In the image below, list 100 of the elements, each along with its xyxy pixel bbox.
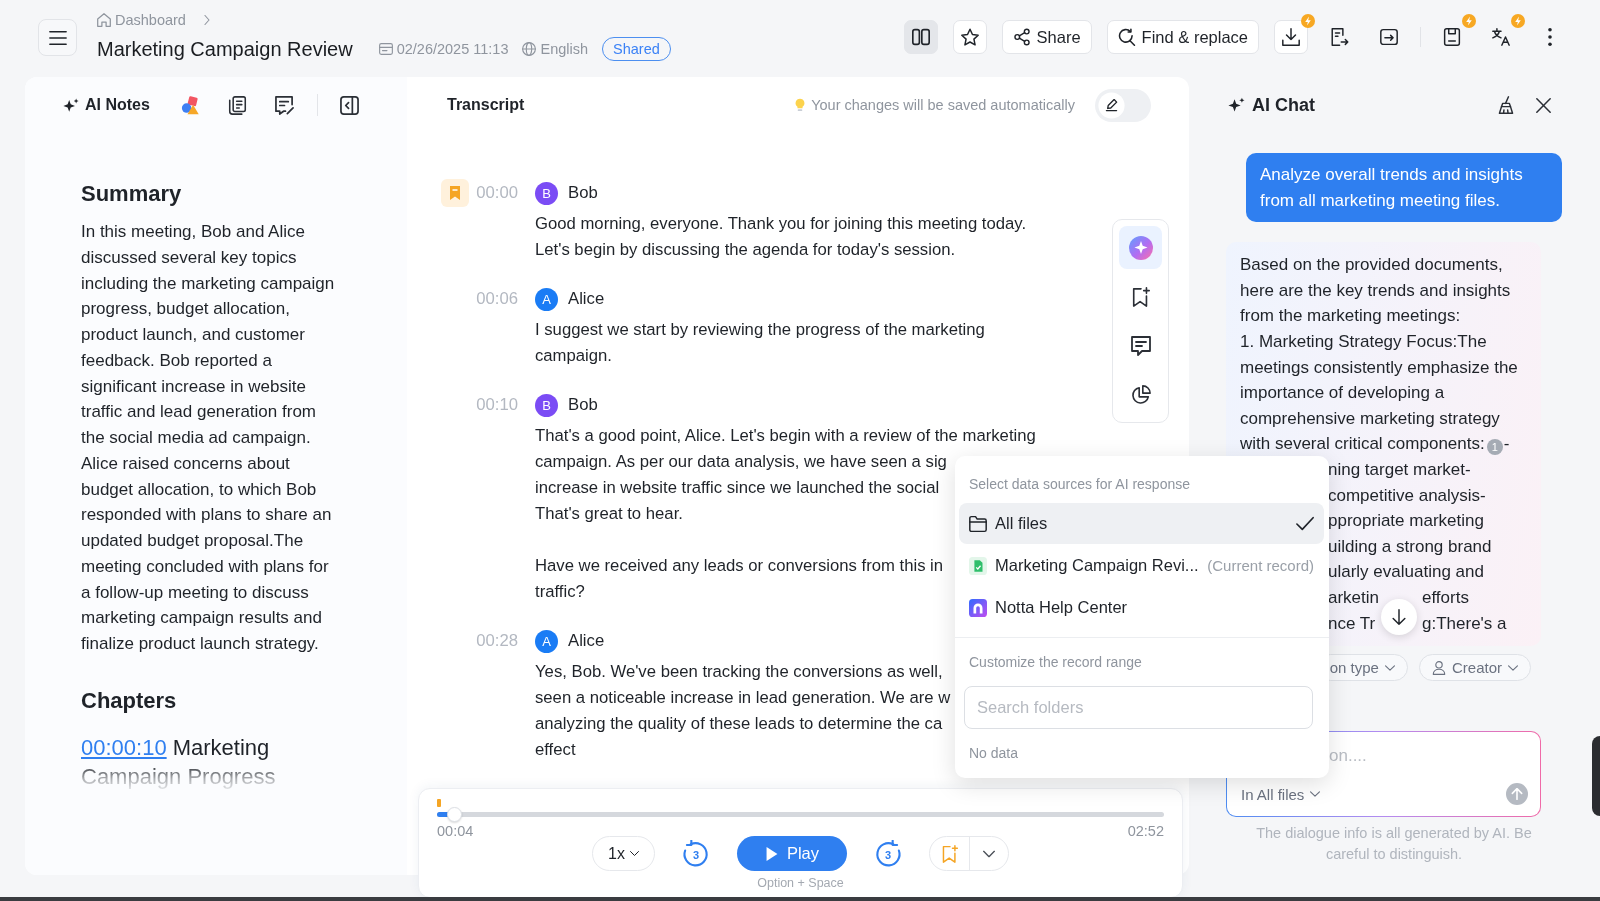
utterance-line: increase in website traffic since we launched the social bbox=[535, 477, 940, 499]
answer-text: Based on the provided documents, here are the key trends and insights from the marketing meetings: bbox=[1240, 254, 1512, 328]
scope-selector[interactable]: In All files bbox=[1241, 785, 1321, 803]
speaker-name: Bob bbox=[568, 183, 598, 203]
answer-text: ularly evaluating and bbox=[1328, 562, 1484, 582]
floppy-icon bbox=[1443, 28, 1461, 46]
pie-chart-icon bbox=[1130, 384, 1151, 405]
answer-text: nce Tr bbox=[1328, 612, 1376, 635]
speaker-name: Bob bbox=[568, 395, 598, 415]
folder-icon bbox=[969, 514, 987, 533]
edit-toggle[interactable] bbox=[1095, 88, 1151, 122]
download-icon bbox=[1282, 28, 1300, 46]
summary-text: In this meeting, Bob and Alice discussed several key topics including the marketing campaign progress, budget allocation, product launch, and customer feedback. Bob reported a significant increase in website traffic and lead generation from the social media ad campaign. Alice raised concerns about budget allocation, to which Bob responded with plans to share an updated budget proposal.The meeting concluded with plans for a follow-up meeting to discuss marketing campaign results and finalize product launch strategy. bbox=[81, 221, 336, 655]
answer-text: competitive analysis- bbox=[1328, 485, 1486, 505]
comment-icon bbox=[1130, 335, 1151, 356]
play-icon bbox=[764, 846, 779, 861]
calendar-icon bbox=[378, 42, 393, 56]
home-icon bbox=[97, 13, 111, 27]
bookmark-plus-icon bbox=[1130, 286, 1151, 307]
menu-icon bbox=[48, 28, 67, 47]
speed-button[interactable]: 1x bbox=[592, 836, 655, 871]
document-title: Marketing Campaign Review bbox=[97, 37, 353, 61]
speaker-avatar: A bbox=[535, 629, 558, 653]
progress-track[interactable] bbox=[437, 807, 1164, 822]
utterance-line: campaign. As per our data analysis, we have seen a sig bbox=[535, 451, 947, 473]
speaker-avatar: A bbox=[535, 287, 558, 311]
counterclockwise-arrow-icon bbox=[682, 839, 710, 868]
more-icon bbox=[1548, 28, 1552, 46]
source-option[interactable]: All files bbox=[959, 503, 1324, 544]
two-panel-icon bbox=[911, 28, 930, 46]
panel-title: Transcript bbox=[447, 96, 525, 114]
share-button[interactable]: Share bbox=[1001, 20, 1092, 54]
total-time: 02:52 bbox=[1127, 823, 1164, 839]
shortcut-hint: Option + Space bbox=[757, 876, 844, 890]
play-button[interactable]: Play bbox=[737, 836, 847, 871]
answer-text: ppropriate marketing bbox=[1328, 511, 1484, 531]
disclaimer-text: The dialogue info is all generated by AI. Be careful to distinguish. bbox=[1255, 824, 1533, 865]
section-heading: Summary bbox=[81, 180, 182, 208]
source-option[interactable]: Notta Help Center bbox=[959, 587, 1324, 628]
clockwise-arrow-icon bbox=[874, 839, 902, 868]
arrow-up-icon bbox=[1511, 788, 1523, 801]
answer-text: efforts bbox=[1422, 586, 1469, 609]
breadcrumb-link[interactable]: Dashboard bbox=[115, 12, 186, 28]
progress-thumb[interactable] bbox=[446, 807, 462, 822]
panel-title: AI Chat bbox=[1252, 94, 1315, 116]
skip-back-button[interactable]: 3 bbox=[682, 839, 710, 868]
panel-title: AI Notes bbox=[85, 96, 150, 114]
speaker-avatar: B bbox=[535, 393, 558, 417]
answer-text: uilding a strong brand bbox=[1328, 536, 1492, 556]
timestamp: 00:28 bbox=[476, 631, 518, 651]
source-option[interactable]: Marketing Campaign Revi... (Current record) bbox=[959, 545, 1324, 586]
search-field[interactable]: Search folders bbox=[964, 686, 1313, 729]
ai-assistant-button[interactable] bbox=[1119, 226, 1162, 269]
empty-state-text: No data bbox=[968, 744, 1019, 763]
utterance-text: Good morning, everyone. Thank you for joining this meeting today. Let's begin by discussing the agenda for today's session. bbox=[535, 213, 1028, 261]
document-arrow-icon bbox=[1331, 28, 1349, 46]
find-replace-button[interactable]: Find & replace bbox=[1106, 20, 1259, 54]
split-view-button[interactable] bbox=[903, 20, 938, 54]
menu-heading: Select data sources for AI response bbox=[968, 475, 1190, 494]
broom-icon bbox=[1497, 96, 1515, 114]
answer-text: ning target market- bbox=[1328, 459, 1471, 479]
document-icon bbox=[969, 556, 987, 575]
bookmark-plus-icon bbox=[940, 844, 959, 863]
answer-text: g:There's a bbox=[1422, 612, 1507, 635]
app-logo-icon bbox=[969, 598, 987, 617]
user-message: Analyze overall trends and insights from all marketing meeting files. bbox=[1246, 153, 1562, 223]
timestamp: 00:00 bbox=[476, 183, 518, 203]
autosave-text: Your changes will be saved automatically bbox=[811, 97, 1075, 113]
sparkle-icon bbox=[1228, 96, 1246, 114]
menu-button[interactable] bbox=[38, 19, 77, 56]
arrow-down-icon bbox=[1391, 609, 1407, 625]
chevron-right-icon bbox=[201, 15, 212, 25]
speaker-avatar: B bbox=[535, 181, 558, 205]
document-icon bbox=[228, 95, 248, 115]
filter-chip[interactable]: Creator bbox=[1418, 654, 1531, 682]
chevron-down-icon bbox=[1508, 662, 1518, 673]
utterance-line: Yes, Bob. We've been tracking the conversions as well, bbox=[535, 661, 943, 683]
pencil-icon bbox=[1098, 91, 1125, 119]
star-icon bbox=[960, 28, 979, 46]
utterance-line: That's a good point, Alice. Let's begin with a review of the marketing bbox=[535, 425, 1036, 447]
chevron-down-icon bbox=[629, 849, 639, 858]
close-icon bbox=[1535, 97, 1551, 113]
utterance-line: Have we received any leads or conversions from this in bbox=[535, 555, 944, 577]
skip-forward-button[interactable]: 3 bbox=[874, 839, 902, 868]
utterance-text: I suggest we start by reviewing the progress of the marketing campaign. bbox=[535, 319, 986, 367]
section-heading: Chapters bbox=[81, 686, 177, 715]
translate-icon bbox=[1492, 28, 1510, 46]
utterance-line: traffic? bbox=[535, 581, 585, 603]
search-icon bbox=[1117, 28, 1136, 46]
star-button[interactable] bbox=[952, 20, 987, 54]
chat-note-icon bbox=[275, 95, 295, 115]
utterance-line: That's great to hear. bbox=[535, 503, 683, 525]
download-button[interactable] bbox=[1274, 20, 1308, 54]
sparkle-orb-icon bbox=[1128, 235, 1153, 260]
globe-icon bbox=[522, 42, 537, 56]
timestamp: 00:06 bbox=[476, 289, 518, 309]
timestamp: 00:10 bbox=[476, 395, 518, 415]
utterance-line: seen a noticeable increase in lead generation. We are w bbox=[535, 687, 951, 709]
bookmark-marker-icon bbox=[437, 799, 441, 807]
chapter-time-link[interactable]: 00:00:10 bbox=[81, 734, 167, 760]
